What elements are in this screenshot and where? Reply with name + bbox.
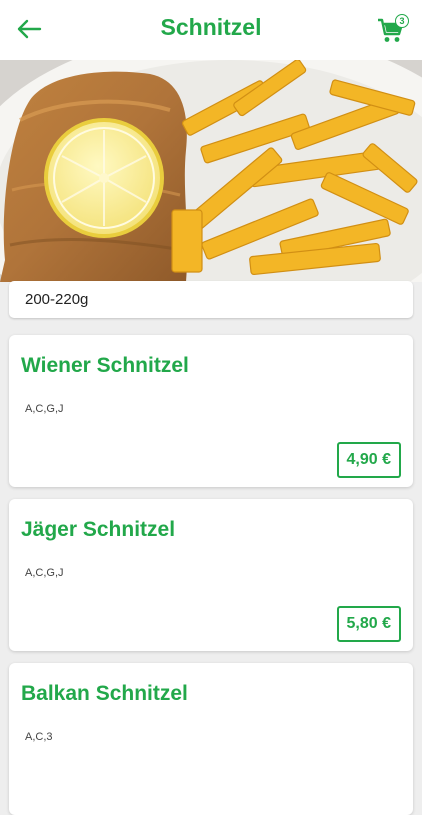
item-allergens: A,C,G,J bbox=[25, 567, 64, 579]
menu-item-card[interactable]: Wiener Schnitzel A,C,G,J 4,90 € bbox=[9, 335, 413, 487]
cart-button[interactable]: 3 bbox=[374, 12, 410, 48]
menu-item-card[interactable]: Balkan Schnitzel A,C,3 bbox=[9, 663, 413, 815]
price-button[interactable]: 5,80 € bbox=[336, 606, 401, 642]
item-allergens: A,C,G,J bbox=[25, 403, 64, 415]
portion-weight: 200-220g bbox=[9, 281, 413, 318]
cart-count-badge: 3 bbox=[395, 14, 409, 28]
app-header: Schnitzel 3 bbox=[0, 0, 422, 60]
item-name: Jäger Schnitzel bbox=[21, 518, 176, 541]
menu-item-card[interactable]: Jäger Schnitzel A,C,G,J 5,80 € bbox=[9, 499, 413, 651]
item-allergens: A,C,3 bbox=[25, 731, 53, 743]
item-name: Balkan Schnitzel bbox=[21, 682, 188, 705]
page-title: Schnitzel bbox=[160, 14, 262, 40]
item-name: Wiener Schnitzel bbox=[21, 354, 189, 377]
hero-image bbox=[0, 60, 422, 282]
price-button[interactable]: 4,90 € bbox=[336, 442, 401, 478]
